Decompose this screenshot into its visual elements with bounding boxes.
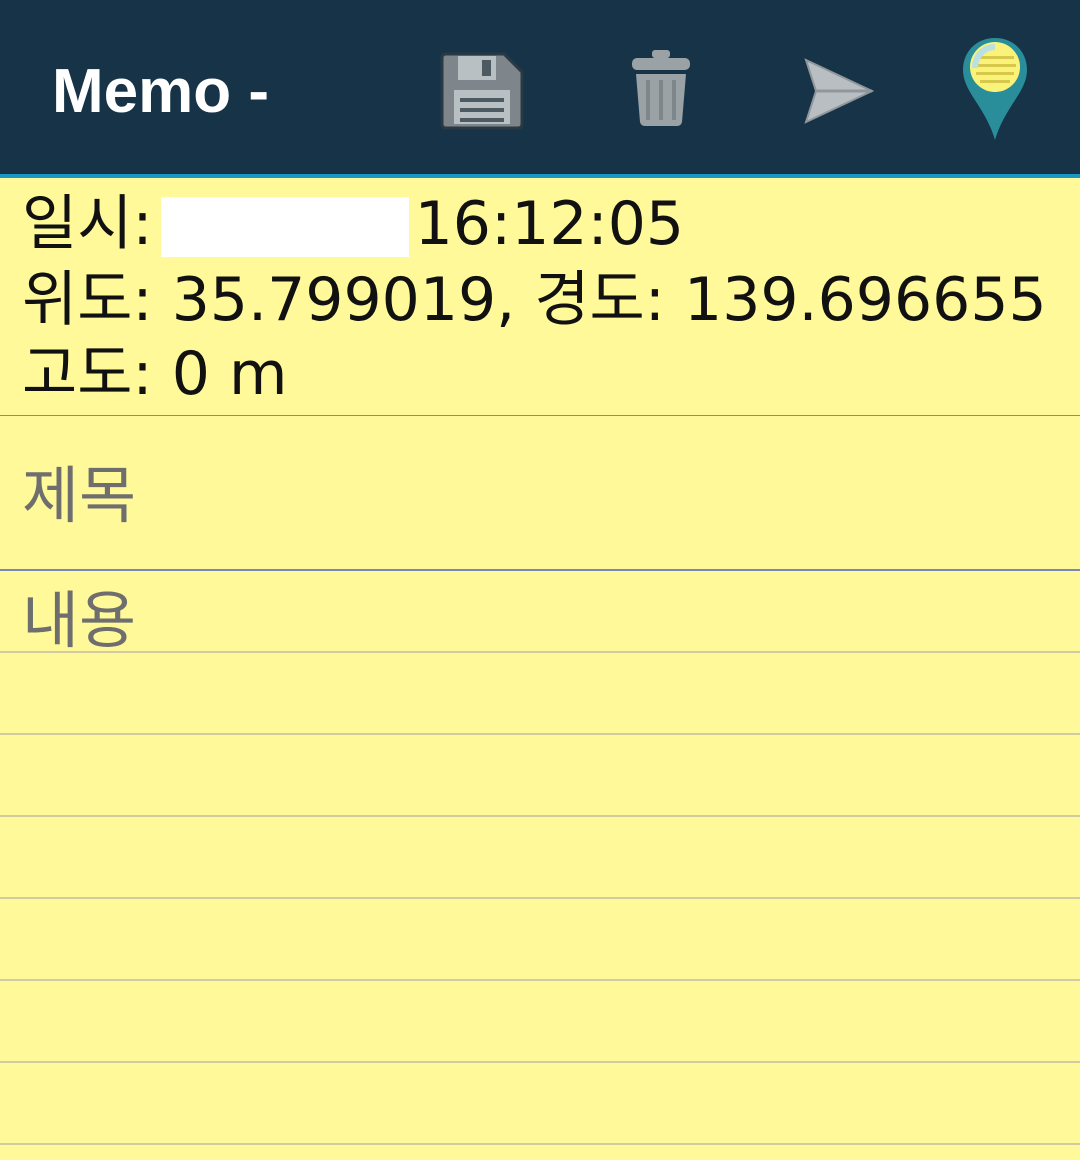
location-button[interactable] <box>960 36 1030 142</box>
ruled-line <box>0 1143 1080 1145</box>
memo-title-input[interactable]: 제목 <box>0 416 1080 571</box>
floppy-disk-icon <box>440 52 524 130</box>
redacted-date <box>160 197 409 258</box>
title-placeholder: 제목 <box>22 459 137 532</box>
content-placeholder: 내용 <box>22 584 137 657</box>
latitude-label: 위도: <box>22 265 153 335</box>
longitude-value: 139.696655 <box>684 265 1047 335</box>
altitude-label: 고도: <box>22 339 153 409</box>
ruled-line <box>0 1061 1080 1063</box>
app-bar: Memo - <box>0 0 1080 178</box>
datetime-label: 일시: <box>22 189 153 259</box>
paper-plane-icon <box>804 58 875 124</box>
time-value: 16:12:05 <box>414 189 685 259</box>
altitude-row: 고도: 0 m <box>22 338 287 410</box>
save-button[interactable] <box>436 48 528 132</box>
trash-can-icon <box>632 50 690 126</box>
memo-content-input[interactable]: 내용 <box>0 571 1080 1160</box>
altitude-value: 0 m <box>171 339 288 409</box>
ruled-line <box>0 733 1080 735</box>
delete-button[interactable] <box>624 46 698 130</box>
coordinates-row: 위도: 35.799019, 경도: 139.696655 <box>22 264 1047 336</box>
send-button[interactable] <box>800 54 876 128</box>
location-info: 일시: 16:12:05 위도: 35.799019, 경도: 139.69665… <box>0 178 1080 416</box>
latitude-value: 35.799019, <box>171 265 516 335</box>
datetime-row: 일시: 16:12:05 <box>22 188 684 260</box>
ruled-line <box>0 897 1080 899</box>
map-pin-memo-icon <box>963 38 1027 140</box>
ruled-line <box>0 651 1080 653</box>
ruled-line <box>0 815 1080 817</box>
app-title: Memo - <box>52 57 269 126</box>
ruled-line <box>0 979 1080 981</box>
longitude-label: 경도: <box>534 265 665 335</box>
